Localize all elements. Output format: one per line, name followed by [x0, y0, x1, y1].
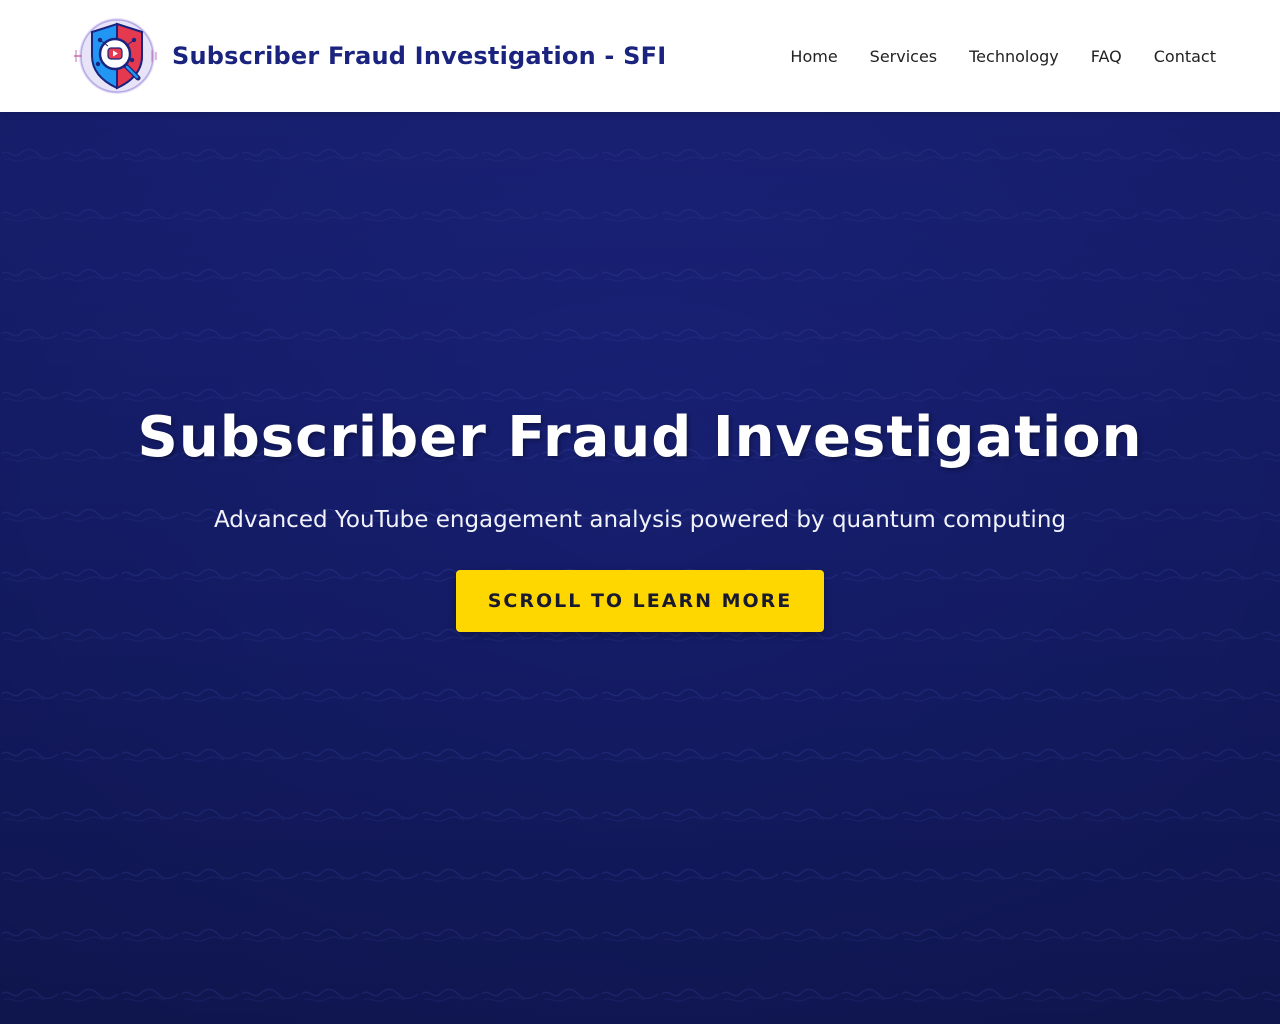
nav-services-link[interactable]: Services: [870, 47, 937, 66]
main-nav: Home Services Technology FAQ Contact: [758, 47, 1216, 66]
hero-section: Subscriber Fraud Investigation Advanced …: [0, 112, 1280, 1024]
brand[interactable]: Subscriber Fraud Investigation - SFI: [72, 16, 666, 96]
hero-subtitle: Advanced YouTube engagement analysis pow…: [213, 507, 1067, 533]
nav-technology-link[interactable]: Technology: [969, 47, 1059, 66]
nav-faq-link[interactable]: FAQ: [1091, 47, 1122, 66]
nav-home-link[interactable]: Home: [790, 47, 837, 66]
hero-title: Subscriber Fraud Investigation: [137, 405, 1143, 470]
shield-magnifier-logo-icon: [74, 18, 157, 94]
site-header: Subscriber Fraud Investigation - SFI Hom…: [0, 0, 1280, 112]
nav-contact-link[interactable]: Contact: [1154, 47, 1216, 66]
scroll-to-learn-more-button[interactable]: SCROLL TO LEARN MORE: [456, 570, 824, 632]
brand-title[interactable]: Subscriber Fraud Investigation - SFI: [172, 42, 666, 70]
hero-content: Subscriber Fraud Investigation Advanced …: [0, 402, 1280, 632]
